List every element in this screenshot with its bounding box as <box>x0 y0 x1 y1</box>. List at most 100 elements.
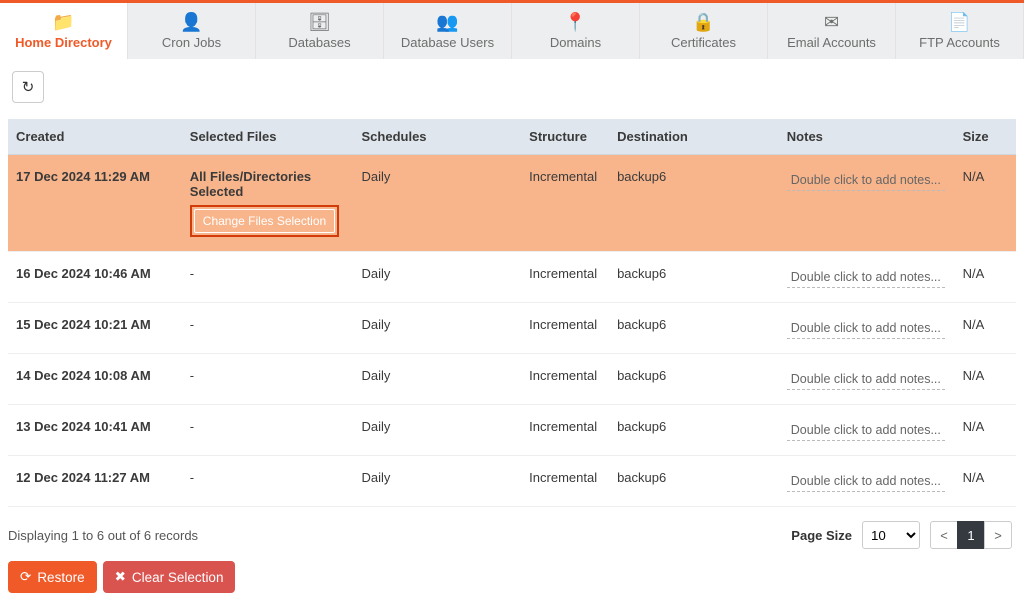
cell-structure: Incremental <box>529 419 597 434</box>
cell-size: N/A <box>963 368 985 383</box>
notes-field[interactable]: Double click to add notes... <box>787 266 945 288</box>
table-footer: Displaying 1 to 6 out of 6 records Page … <box>0 507 1024 557</box>
table-row[interactable]: 16 Dec 2024 10:46 AM - Daily Incremental bac… <box>8 252 1016 303</box>
cell-schedules: Daily <box>362 470 391 485</box>
cell-structure: Incremental <box>529 266 597 281</box>
notes-field[interactable]: Double click to add notes... <box>787 169 945 191</box>
displaying-text: Displaying 1 to 6 out of 6 records <box>8 528 198 543</box>
tab-label: Database Users <box>401 35 494 50</box>
cell-destination: backup6 <box>617 419 666 434</box>
tab-certificates[interactable]: 🔒 Certificates <box>640 3 768 59</box>
cell-schedules: Daily <box>362 169 391 184</box>
table-row[interactable]: 13 Dec 2024 10:41 AM - Daily Incremental bac… <box>8 405 1016 456</box>
cell-created: 14 Dec 2024 10:08 AM <box>16 368 151 383</box>
cell-size: N/A <box>963 266 985 281</box>
tab-label: Email Accounts <box>787 35 876 50</box>
cell-schedules: Daily <box>362 419 391 434</box>
cell-selected-files: All Files/Directories Selected <box>190 169 346 199</box>
clear-selection-button[interactable]: ✖ Clear Selection <box>103 561 236 593</box>
change-files-selection-button[interactable]: Change Files Selection <box>194 209 335 233</box>
col-created[interactable]: Created <box>8 119 182 155</box>
cell-destination: backup6 <box>617 317 666 332</box>
refresh-icon: ↻ <box>22 78 35 96</box>
tab-label: Certificates <box>671 35 736 50</box>
change-files-highlight: Change Files Selection <box>190 205 339 237</box>
table-row[interactable]: 17 Dec 2024 11:29 AM All Files/Directorie… <box>8 155 1016 252</box>
cell-destination: backup6 <box>617 368 666 383</box>
tab-cron-jobs[interactable]: 👤 Cron Jobs <box>128 3 256 59</box>
restore-button[interactable]: ⟳ Restore <box>8 561 97 593</box>
tab-domains[interactable]: 📍 Domains <box>512 3 640 59</box>
notes-field[interactable]: Double click to add notes... <box>787 419 945 441</box>
domains-icon: 📍 <box>564 13 586 31</box>
restore-icon: ⟳ <box>20 569 31 585</box>
col-structure[interactable]: Structure <box>521 119 609 155</box>
cell-created: 15 Dec 2024 10:21 AM <box>16 317 151 332</box>
tab-email-accounts[interactable]: ✉ Email Accounts <box>768 3 896 59</box>
notes-field[interactable]: Double click to add notes... <box>787 470 945 492</box>
tab-label: FTP Accounts <box>919 35 1000 50</box>
cell-structure: Incremental <box>529 317 597 332</box>
tab-database-users[interactable]: 👥 Database Users <box>384 3 512 59</box>
cell-selected-files: - <box>190 368 194 383</box>
ftp-accounts-icon: 📄 <box>948 13 970 31</box>
cell-destination: backup6 <box>617 266 666 281</box>
cell-selected-files: - <box>190 419 194 434</box>
cell-destination: backup6 <box>617 470 666 485</box>
table-header-row: Created Selected Files Schedules Structu… <box>8 119 1016 155</box>
cell-structure: Incremental <box>529 368 597 383</box>
tab-label: Databases <box>288 35 350 50</box>
cell-created: 12 Dec 2024 11:27 AM <box>16 470 150 485</box>
col-schedules[interactable]: Schedules <box>354 119 522 155</box>
tab-label: Domains <box>550 35 601 50</box>
col-destination[interactable]: Destination <box>609 119 779 155</box>
col-size[interactable]: Size <box>955 119 1016 155</box>
pager: Page Size 10 < 1 > <box>791 521 1012 549</box>
restore-label: Restore <box>37 570 84 585</box>
table-row[interactable]: 14 Dec 2024 10:08 AM - Daily Incremental bac… <box>8 354 1016 405</box>
cell-created: 16 Dec 2024 10:46 AM <box>16 266 151 281</box>
cell-destination: backup6 <box>617 169 666 184</box>
tab-databases[interactable]: 🗄 Databases <box>256 3 384 59</box>
next-page-button[interactable]: > <box>984 521 1012 549</box>
col-selected-files[interactable]: Selected Files <box>182 119 354 155</box>
cell-schedules: Daily <box>362 266 391 281</box>
cell-size: N/A <box>963 169 985 184</box>
cell-schedules: Daily <box>362 317 391 332</box>
tab-bar: 📁Home Directory 👤 Cron Jobs 🗄 Databases 👥 Data… <box>0 0 1024 59</box>
tab-home-directory[interactable]: 📁Home Directory <box>0 3 128 59</box>
tab-label: Home Directory <box>15 35 112 50</box>
refresh-button[interactable]: ↻ <box>12 71 44 103</box>
cell-size: N/A <box>963 419 985 434</box>
notes-field[interactable]: Double click to add notes... <box>787 317 945 339</box>
cell-structure: Incremental <box>529 169 597 184</box>
email-accounts-icon: ✉ <box>824 13 839 31</box>
databases-icon: 🗄 <box>308 13 331 31</box>
cell-size: N/A <box>963 317 985 332</box>
certificates-icon: 🔒 <box>692 13 714 31</box>
table-row[interactable]: 12 Dec 2024 11:27 AM - Daily Incremental bac… <box>8 456 1016 507</box>
database-users-icon: 👥 <box>436 13 458 31</box>
cell-structure: Incremental <box>529 470 597 485</box>
cell-selected-files: - <box>190 317 194 332</box>
toolbar: ↻ <box>0 59 1024 119</box>
cell-selected-files: - <box>190 266 194 281</box>
tab-ftp-accounts[interactable]: 📄 FTP Accounts <box>896 3 1024 59</box>
cell-created: 17 Dec 2024 11:29 AM <box>16 169 150 184</box>
action-bar: ⟳ Restore ✖ Clear Selection <box>0 557 1024 605</box>
page-1-button[interactable]: 1 <box>957 521 985 549</box>
notes-field[interactable]: Double click to add notes... <box>787 368 945 390</box>
cron-jobs-icon: 👤 <box>180 13 202 31</box>
col-notes[interactable]: Notes <box>779 119 955 155</box>
cell-schedules: Daily <box>362 368 391 383</box>
cell-created: 13 Dec 2024 10:41 AM <box>16 419 151 434</box>
cell-size: N/A <box>963 470 985 485</box>
clear-icon: ✖ <box>115 569 126 585</box>
cell-selected-files: - <box>190 470 194 485</box>
clear-label: Clear Selection <box>132 570 224 585</box>
page-size-label: Page Size <box>791 528 852 543</box>
tab-label: Cron Jobs <box>162 35 221 50</box>
page-size-select[interactable]: 10 <box>862 521 920 549</box>
table-row[interactable]: 15 Dec 2024 10:21 AM - Daily Incremental bac… <box>8 303 1016 354</box>
prev-page-button[interactable]: < <box>930 521 958 549</box>
